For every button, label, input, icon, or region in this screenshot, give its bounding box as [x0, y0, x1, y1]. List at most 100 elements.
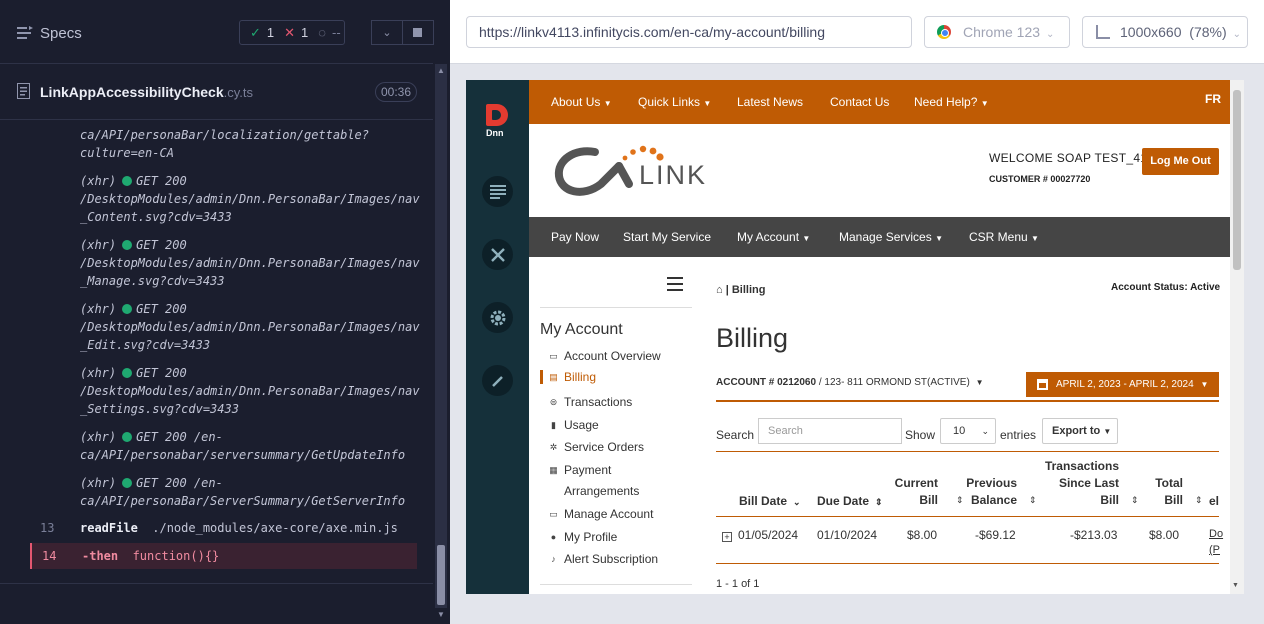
sidebar-item-billing[interactable]: ▤ Billing	[540, 370, 596, 384]
cypress-runner: Specs ✓ 1 ✕ 1 ◌ -- ⌄ LinkAppAccessibilityCh…	[0, 0, 1264, 624]
specs-title[interactable]: Specs	[40, 25, 82, 42]
app-scroll-thumb[interactable]	[1233, 90, 1241, 270]
nav-about-us[interactable]: About Us ▼	[551, 95, 612, 109]
tools-icon	[490, 247, 505, 262]
reporter-scrollbar[interactable]	[435, 64, 447, 608]
nav-need-help[interactable]: Need Help? ▼	[914, 95, 989, 109]
nav-latest-news[interactable]: Latest News	[737, 95, 803, 109]
cell-previous-balance: -$69.12	[975, 528, 1016, 542]
command-keyword: readFile	[80, 521, 138, 535]
viewport-size: 1000x660	[1120, 24, 1182, 40]
logout-button[interactable]: Log Me Out	[1142, 148, 1219, 175]
dnn-logo-icon[interactable]	[486, 104, 508, 126]
sidebar-label: My Profile	[564, 530, 618, 544]
log-path2: _Manage.svg?cdv=3433	[80, 274, 225, 288]
sidebar-item-manage-account[interactable]: ▭ Manage Account	[548, 507, 653, 521]
spec-file-name[interactable]: LinkAppAccessibilityCheck.cy.ts	[40, 84, 253, 100]
cell-bill-date: 01/05/2024	[738, 528, 799, 542]
language-toggle[interactable]: FR	[1205, 92, 1221, 106]
top-nav: About Us ▼ Quick Links ▼ Latest News Con…	[529, 80, 1231, 124]
failed-count: 1	[301, 25, 309, 40]
log-path2: _Edit.svg?cdv=3433	[80, 338, 211, 352]
hamburger-menu-icon[interactable]	[667, 277, 683, 291]
row-expand-and-bill-date[interactable]: +01/05/2024	[722, 528, 798, 542]
th-label-line1: Current	[894, 476, 938, 490]
th-total-bill[interactable]: Total Bill	[1143, 475, 1183, 509]
sidebar-item-usage[interactable]: ▮ Usage	[548, 418, 599, 432]
date-range-button[interactable]: APRIL 2, 2023 - APRIL 2, 2024 ▼	[1026, 372, 1219, 397]
log-entry[interactable]: (xhr) GET 200	[80, 236, 420, 254]
expand-row-icon[interactable]: +	[722, 532, 732, 542]
cogs-icon: ✲	[549, 442, 558, 452]
sort-icon[interactable]: ⇕	[1131, 495, 1139, 506]
manage-button[interactable]	[482, 239, 513, 270]
account-selector[interactable]: ACCOUNT # 0212060 / 123- 811 ORMOND ST(A…	[716, 377, 984, 388]
page-size-select[interactable]: 10 ⌄	[940, 418, 996, 444]
cell-transactions: -$213.03	[1070, 528, 1118, 542]
expand-collapse-button[interactable]: ⌄	[371, 20, 403, 45]
log-entry[interactable]: (xhr) GET 200 /en-	[80, 474, 420, 492]
file-icon	[17, 83, 30, 99]
log-entry[interactable]: (xhr) GET 200	[80, 172, 420, 190]
cell-link-2[interactable]: (P	[1209, 544, 1220, 556]
nav-my-account[interactable]: My Account ▼	[737, 230, 810, 244]
passed-icon: ✓	[250, 24, 261, 40]
home-icon[interactable]: ⌂	[716, 284, 723, 296]
command-row[interactable]: 13 readFile ./node_modules/axe-core/axe.…	[30, 515, 417, 541]
th-transactions[interactable]: Transactions Since Last Bill	[1037, 458, 1119, 509]
caret-down-icon: ▼	[935, 234, 943, 243]
pending-icon: ◌	[318, 25, 327, 40]
th-bill-date[interactable]: Bill Date ⌄	[739, 493, 801, 511]
table-pager-info: 1 - 1 of 1	[716, 578, 760, 590]
search-input[interactable]: Search	[758, 418, 902, 444]
scroll-up-icon[interactable]: ▲	[437, 66, 445, 75]
cell-link[interactable]: Do	[1209, 528, 1223, 540]
sort-icon[interactable]: ⇕	[1029, 495, 1037, 506]
sidebar-item-alert-subscription[interactable]: ♪ Alert Subscription	[548, 552, 658, 566]
nav-csr-menu[interactable]: CSR Menu ▼	[969, 230, 1039, 244]
nav-quick-links[interactable]: Quick Links ▼	[638, 95, 711, 109]
sidebar-item-payment-arrangements[interactable]: ▦ Payment	[548, 463, 611, 477]
log-path2: _Content.svg?cdv=3433	[80, 210, 232, 224]
command-row-error[interactable]: 14 -then function(){}	[30, 543, 417, 569]
log-entry[interactable]: (xhr) GET 200 /en-	[80, 428, 420, 446]
dnn-label: Dnn	[486, 128, 504, 138]
transactions-icon: ⊜	[549, 397, 558, 407]
log-path1: /DesktopModules/admin/Dnn.PersonaBar/Ima…	[80, 320, 420, 334]
sidebar-divider	[540, 307, 692, 308]
log-method: GET 200	[136, 174, 187, 188]
sidebar-item-my-profile[interactable]: ● My Profile	[548, 530, 618, 544]
nav-contact-us[interactable]: Contact Us	[830, 95, 889, 109]
sidebar-item-service-orders[interactable]: ✲ Service Orders	[548, 440, 644, 454]
edit-button[interactable]	[482, 365, 513, 396]
th-due-date[interactable]: Due Date ⇕	[817, 493, 883, 511]
log-path1: ca/API/personabar/serversummary/GetUpdat…	[80, 448, 406, 462]
nav-start-service[interactable]: Start My Service	[623, 230, 711, 244]
export-button[interactable]: Export to ▼	[1042, 418, 1118, 444]
command-keyword: -then	[82, 549, 119, 563]
log-entry[interactable]: (xhr) GET 200	[80, 364, 420, 382]
nav-pay-now[interactable]: Pay Now	[551, 230, 599, 244]
scroll-down-icon[interactable]: ▼	[1232, 582, 1239, 589]
reporter-scroll-thumb[interactable]	[437, 545, 445, 605]
settings-button[interactable]	[482, 302, 513, 333]
th-current-bill[interactable]: Current Bill	[890, 475, 938, 509]
sidebar-item-account-overview[interactable]: ▭ Account Overview	[548, 349, 660, 363]
th-label-line2: Bill	[919, 493, 938, 507]
stop-button[interactable]	[402, 20, 434, 45]
th-previous-balance[interactable]: Previous Balance	[963, 475, 1017, 509]
sidebar-item-transactions[interactable]: ⊜ Transactions	[548, 395, 633, 409]
url-bar[interactable]: https://linkv4113.infinitycis.com/en-ca/…	[466, 16, 912, 48]
th-label: Due Date	[817, 494, 870, 508]
sort-icon[interactable]: ⇕	[1195, 495, 1203, 506]
link-logo[interactable]: LINK	[553, 144, 723, 202]
log-entry[interactable]: (xhr) GET 200	[80, 300, 420, 318]
content-button[interactable]	[482, 176, 513, 207]
nav-manage-services[interactable]: Manage Services ▼	[839, 230, 943, 244]
specs-list-icon[interactable]	[17, 26, 33, 40]
scroll-down-icon[interactable]: ▼	[437, 610, 445, 619]
computer-icon: ▭	[549, 509, 558, 519]
sidebar-item-arrangements-line2[interactable]: Arrangements	[564, 484, 639, 498]
status-dot-icon	[122, 240, 133, 250]
log-type: (xhr)	[80, 430, 117, 444]
